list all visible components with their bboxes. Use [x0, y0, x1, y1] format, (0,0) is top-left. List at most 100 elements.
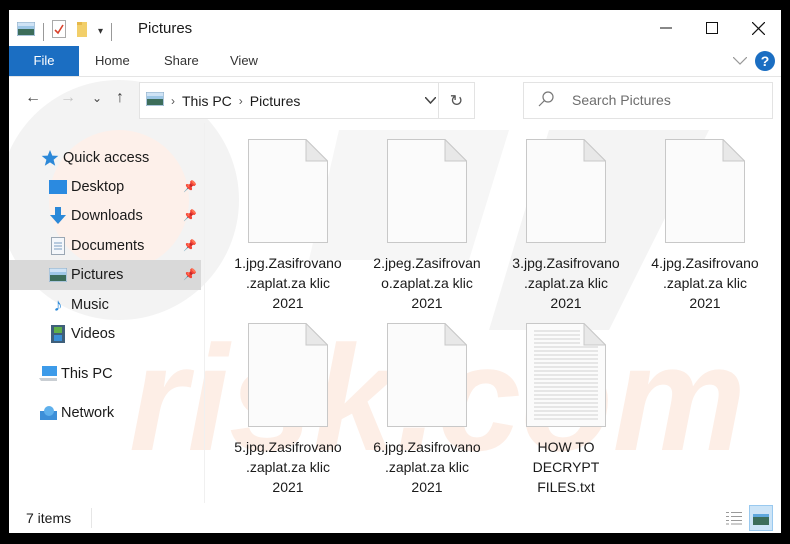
address-bar[interactable]: › This PC › Pictures ↻ [139, 82, 475, 119]
sidebar-label: This PC [61, 366, 113, 382]
file-item[interactable]: 6.jpg.Zasifrovano .zaplat.za klic 2021 [358, 322, 496, 497]
sidebar-item-this-pc[interactable]: This PC [9, 359, 201, 389]
pin-icon[interactable]: 📌 [183, 268, 197, 281]
music-icon: ♪ [53, 294, 63, 315]
file-item[interactable]: 1.jpg.Zasifrovano .zaplat.za klic 2021 [219, 138, 357, 313]
ribbon-tabs: File Home Share View ? [9, 46, 781, 77]
sidebar-label: Downloads [71, 208, 143, 224]
file-name-line: .zaplat.za klic [523, 275, 609, 291]
file-name-line: DECRYPT [532, 459, 600, 475]
file-name-line: .zaplat.za klic [245, 275, 331, 291]
search-box[interactable]: Search Pictures [523, 82, 773, 119]
customize-dropdown-icon[interactable]: ▾ [98, 26, 103, 37]
pin-icon[interactable]: 📌 [183, 209, 197, 222]
blank-file-icon [526, 138, 607, 243]
file-name-line: o.zaplat.za klic [381, 275, 473, 291]
videos-icon [49, 325, 67, 343]
blank-file-icon [665, 138, 746, 243]
file-explorer-window: risk.com ▾ Pictures [9, 10, 781, 533]
file-name-line: 2021 [411, 479, 443, 495]
file-item[interactable]: 4.jpg.Zasifrovano .zaplat.za klic 2021 [636, 138, 774, 313]
tab-share[interactable]: Share [164, 46, 199, 76]
file-name-line: 5.jpg.Zasifrovano [234, 439, 342, 455]
file-name-line: 2021 [272, 479, 304, 495]
sidebar-item-documents[interactable]: Documents 📌 [9, 231, 201, 261]
desktop-icon [49, 178, 67, 196]
chevron-down-icon [424, 96, 437, 105]
pin-icon[interactable]: 📌 [183, 239, 197, 252]
file-name-line: 6.jpg.Zasifrovano [373, 439, 481, 455]
new-folder-icon[interactable] [76, 20, 88, 43]
pictures-location-icon [145, 91, 165, 109]
file-name-line: HOW TO [537, 439, 595, 455]
tab-view[interactable]: View [230, 46, 258, 76]
close-icon [751, 21, 765, 35]
sidebar-item-pictures[interactable]: Pictures 📌 [9, 260, 201, 290]
sidebar-item-downloads[interactable]: Downloads 📌 [9, 201, 201, 231]
search-icon [538, 91, 554, 112]
up-button[interactable]: ↑ [116, 89, 124, 107]
arrow-up-icon: ↑ [116, 89, 124, 106]
file-name-line: 2021 [272, 295, 304, 311]
expand-ribbon-button[interactable] [732, 52, 748, 70]
file-item[interactable]: 5.jpg.Zasifrovano .zaplat.za klic 2021 [219, 322, 357, 497]
item-count: 7 items [26, 510, 72, 526]
toolbar-separator [43, 22, 44, 41]
status-bar: 7 items [9, 505, 781, 533]
arrow-right-icon: → [60, 89, 76, 106]
tab-home[interactable]: Home [95, 46, 130, 76]
blank-file-icon [248, 138, 329, 243]
large-icons-view-button[interactable] [749, 505, 773, 531]
sidebar-label: Videos [71, 326, 116, 342]
file-name-line: .zaplat.za klic [384, 459, 470, 475]
toolbar-separator [111, 22, 113, 41]
minimize-icon [660, 27, 672, 29]
file-item[interactable]: 3.jpg.Zasifrovano .zaplat.za klic 2021 [497, 138, 635, 313]
chevron-down-icon [732, 56, 748, 65]
chevron-down-icon: ⌄ [92, 91, 103, 105]
tab-file[interactable]: File [9, 46, 79, 76]
breadcrumb-pictures[interactable]: Pictures [250, 93, 301, 109]
refresh-button[interactable]: ↻ [438, 83, 474, 118]
blank-file-icon [387, 138, 468, 243]
address-dropdown-button[interactable] [424, 93, 437, 107]
pictures-icon [49, 266, 67, 284]
sidebar-item-quick-access[interactable]: Quick access [9, 143, 201, 173]
status-divider [91, 508, 92, 528]
sidebar-item-desktop[interactable]: Desktop 📌 [9, 172, 201, 202]
star-icon [41, 149, 59, 167]
sidebar-item-network[interactable]: Network [9, 398, 201, 428]
sidebar-item-music[interactable]: ♪ Music [9, 290, 201, 320]
file-name-line: FILES.txt [537, 479, 595, 495]
file-item[interactable]: 2.jpeg.Zasifrovan o.zaplat.za klic 2021 [358, 138, 496, 313]
forward-button[interactable]: → [60, 89, 76, 107]
details-view-button[interactable] [722, 505, 746, 531]
arrow-left-icon: ← [25, 89, 41, 106]
help-button[interactable]: ? [755, 51, 775, 71]
breadcrumb-this-pc[interactable]: This PC [182, 93, 232, 109]
breadcrumb-separator-icon: › [171, 93, 175, 108]
file-list: 1.jpg.Zasifrovano .zaplat.za klic 2021 2.j… [205, 123, 781, 503]
minimize-button[interactable] [643, 10, 689, 46]
computer-icon [39, 365, 57, 383]
file-item[interactable]: HOW TO DECRYPT FILES.txt [497, 322, 635, 497]
maximize-button[interactable] [689, 10, 735, 46]
quick-access-toolbar: ▾ [16, 20, 120, 43]
close-button[interactable] [735, 10, 781, 46]
sidebar-item-videos[interactable]: Videos [9, 319, 201, 349]
properties-icon[interactable] [52, 20, 66, 43]
pin-icon[interactable]: 📌 [183, 180, 197, 193]
sidebar-label: Music [71, 297, 109, 313]
recent-locations-button[interactable]: ⌄ [92, 91, 102, 105]
network-icon [39, 404, 57, 422]
file-name-line: 2021 [411, 295, 443, 311]
back-button[interactable]: ← [25, 89, 41, 107]
sidebar-label: Desktop [71, 179, 125, 195]
file-name-line: .zaplat.za klic [662, 275, 748, 291]
pictures-folder-icon [16, 21, 36, 41]
file-name-line: 2.jpeg.Zasifrovan [373, 255, 481, 271]
search-input[interactable]: Search Pictures [572, 92, 671, 108]
blank-file-icon [248, 322, 329, 427]
refresh-icon: ↻ [449, 92, 464, 110]
window-title: Pictures [138, 20, 193, 37]
